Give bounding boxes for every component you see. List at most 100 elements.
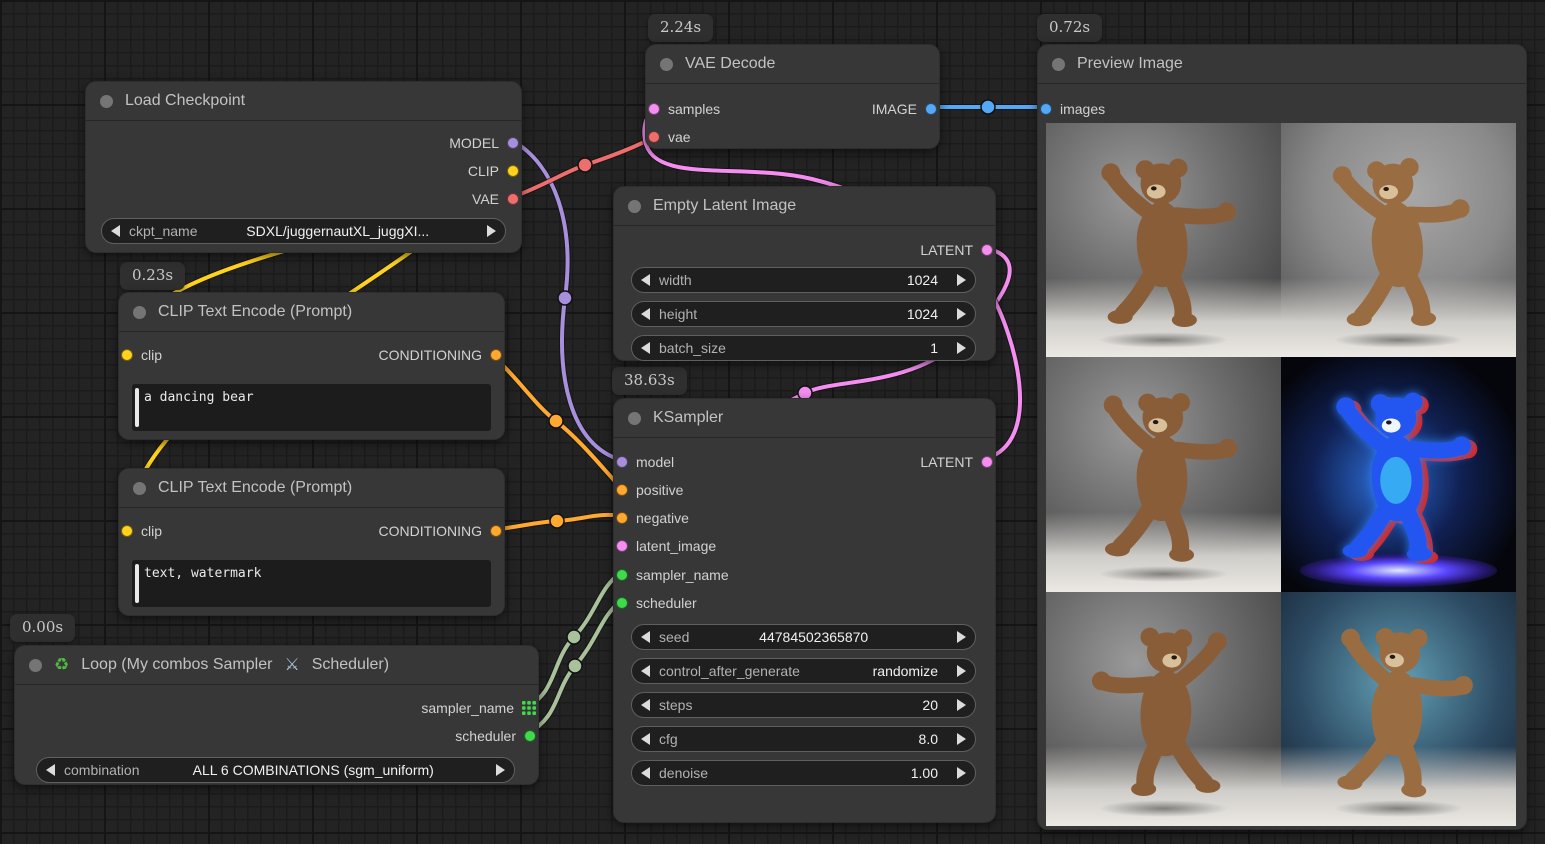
ckpt-name-widget[interactable]: ckpt_name SDXL/juggernautXL_juggXI... [101, 218, 506, 244]
latent-slot-dot[interactable] [981, 456, 993, 468]
increment-arrow-icon[interactable] [957, 308, 966, 320]
model-slot-dot[interactable] [616, 456, 628, 468]
denoise-widget[interactable]: denoise 1.00 [631, 760, 976, 786]
vae-slot-dot[interactable] [648, 131, 660, 143]
node-empty-latent-image[interactable]: Empty Latent Image LATENT width 1024 hei… [613, 186, 996, 361]
collapse-dot-icon[interactable] [1052, 58, 1065, 71]
output-slot-latent[interactable]: LATENT [920, 454, 993, 470]
clip-slot-dot[interactable] [507, 165, 519, 177]
output-slot-image[interactable]: IMAGE [872, 101, 937, 117]
node-preview-image[interactable]: Preview Image images [1037, 44, 1527, 830]
increment-arrow-icon[interactable] [957, 733, 966, 745]
node-titlebar[interactable]: ♻ Loop (My combos Sampler⚔Scheduler) [15, 646, 538, 685]
decrement-arrow-icon[interactable] [641, 342, 650, 354]
input-slot-negative[interactable]: negative [616, 510, 689, 526]
output-slot-sampler-name[interactable]: sampler_name [421, 700, 536, 716]
node-titlebar[interactable]: CLIP Text Encode (Prompt) [119, 469, 504, 508]
preview-image-cell[interactable] [1046, 357, 1281, 591]
input-slot-positive[interactable]: positive [616, 482, 683, 498]
preview-image-cell[interactable] [1046, 123, 1281, 357]
preview-image-cell[interactable] [1281, 357, 1516, 591]
decrement-arrow-icon[interactable] [641, 665, 650, 677]
input-slot-samples[interactable]: samples [648, 101, 720, 117]
output-slot-conditioning[interactable]: CONDITIONING [379, 347, 502, 363]
cfg-widget[interactable]: cfg 8.0 [631, 726, 976, 752]
output-slot-latent[interactable]: LATENT [920, 242, 993, 258]
decrement-arrow-icon[interactable] [641, 699, 650, 711]
preview-image-cell[interactable] [1281, 592, 1516, 826]
control-after-generate-widget[interactable]: control_after_generate randomize [631, 658, 976, 684]
node-titlebar[interactable]: CLIP Text Encode (Prompt) [119, 293, 504, 332]
conditioning-slot-dot[interactable] [616, 484, 628, 496]
collapse-dot-icon[interactable] [29, 659, 42, 672]
preview-image-cell[interactable] [1281, 123, 1516, 357]
width-widget[interactable]: width 1024 [631, 267, 976, 293]
collapse-dot-icon[interactable] [628, 200, 641, 213]
height-widget[interactable]: height 1024 [631, 301, 976, 327]
batch-size-widget[interactable]: batch_size 1 [631, 335, 976, 361]
output-slot-clip[interactable]: CLIP [468, 163, 519, 179]
combo-slot-dot[interactable] [616, 597, 628, 609]
node-vae-decode[interactable]: VAE Decode samples IMAGE vae [645, 44, 940, 149]
input-slot-sampler-name[interactable]: sampler_name [616, 567, 729, 583]
increment-arrow-icon[interactable] [957, 342, 966, 354]
decrement-arrow-icon[interactable] [641, 308, 650, 320]
prompt-textarea[interactable]: text, watermark [132, 560, 491, 607]
combo-grid-icon[interactable] [522, 701, 536, 715]
node-clip-text-encode-positive[interactable]: CLIP Text Encode (Prompt) clip CONDITION… [118, 292, 505, 440]
decrement-arrow-icon[interactable] [641, 631, 650, 643]
output-slot-scheduler[interactable]: scheduler [455, 728, 536, 744]
increment-arrow-icon[interactable] [957, 631, 966, 643]
input-slot-latent-image[interactable]: latent_image [616, 538, 716, 554]
decrement-arrow-icon[interactable] [641, 274, 650, 286]
steps-widget[interactable]: steps 20 [631, 692, 976, 718]
increment-arrow-icon[interactable] [487, 225, 496, 237]
node-titlebar[interactable]: VAE Decode [646, 45, 939, 84]
latent-slot-dot[interactable] [648, 103, 660, 115]
clip-slot-dot[interactable] [121, 525, 133, 537]
increment-arrow-icon[interactable] [957, 767, 966, 779]
input-slot-clip[interactable]: clip [121, 523, 162, 539]
output-slot-model[interactable]: MODEL [449, 135, 519, 151]
scheduler-slot-dot[interactable] [524, 730, 536, 742]
input-slot-model[interactable]: model [616, 454, 674, 470]
node-titlebar[interactable]: Preview Image [1038, 45, 1526, 84]
collapse-dot-icon[interactable] [100, 95, 113, 108]
node-titlebar[interactable]: Load Checkpoint [86, 82, 521, 121]
decrement-arrow-icon[interactable] [641, 767, 650, 779]
collapse-dot-icon[interactable] [628, 412, 641, 425]
increment-arrow-icon[interactable] [957, 699, 966, 711]
input-slot-scheduler[interactable]: scheduler [616, 595, 697, 611]
prompt-textarea[interactable]: a dancing bear [132, 384, 491, 431]
latent-slot-dot[interactable] [981, 244, 993, 256]
increment-arrow-icon[interactable] [957, 665, 966, 677]
input-slot-clip[interactable]: clip [121, 347, 162, 363]
collapse-dot-icon[interactable] [133, 306, 146, 319]
combo-slot-dot[interactable] [616, 569, 628, 581]
node-loop-sampler-scheduler[interactable]: ♻ Loop (My combos Sampler⚔Scheduler) sam… [14, 645, 539, 785]
clip-slot-dot[interactable] [121, 349, 133, 361]
node-clip-text-encode-negative[interactable]: CLIP Text Encode (Prompt) clip CONDITION… [118, 468, 505, 616]
node-titlebar[interactable]: KSampler [614, 399, 995, 438]
output-slot-vae[interactable]: VAE [472, 191, 519, 207]
vae-slot-dot[interactable] [507, 193, 519, 205]
collapse-dot-icon[interactable] [133, 482, 146, 495]
combination-widget[interactable]: combination ALL 6 COMBINATIONS (sgm_unif… [36, 757, 515, 783]
decrement-arrow-icon[interactable] [641, 733, 650, 745]
seed-widget[interactable]: seed 44784502365870 [631, 624, 976, 650]
conditioning-slot-dot[interactable] [616, 512, 628, 524]
node-load-checkpoint[interactable]: Load Checkpoint MODEL CLIP VAE ckpt_name… [85, 81, 522, 253]
conditioning-slot-dot[interactable] [490, 525, 502, 537]
node-ksampler[interactable]: KSampler model LATENT positive negative [613, 398, 996, 823]
image-slot-dot[interactable] [925, 103, 937, 115]
decrement-arrow-icon[interactable] [111, 225, 120, 237]
increment-arrow-icon[interactable] [496, 764, 505, 776]
collapse-dot-icon[interactable] [660, 58, 673, 71]
input-slot-images[interactable]: images [1040, 101, 1105, 117]
node-titlebar[interactable]: Empty Latent Image [614, 187, 995, 226]
image-slot-dot[interactable] [1040, 103, 1052, 115]
input-slot-vae[interactable]: vae [648, 129, 691, 145]
decrement-arrow-icon[interactable] [46, 764, 55, 776]
output-slot-conditioning[interactable]: CONDITIONING [379, 523, 502, 539]
latent-slot-dot[interactable] [616, 540, 628, 552]
